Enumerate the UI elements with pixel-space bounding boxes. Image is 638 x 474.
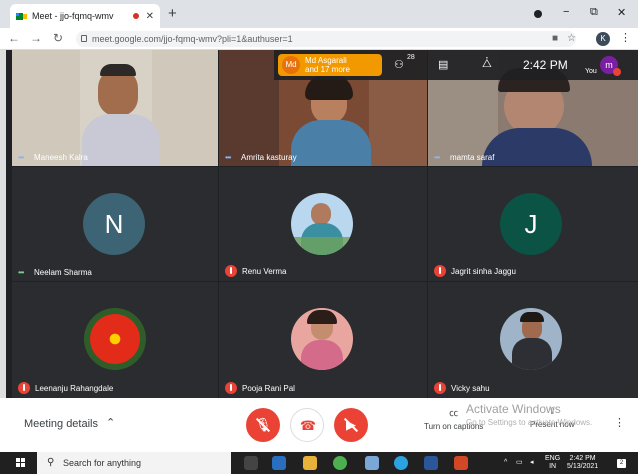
chrome-icon[interactable] <box>333 456 347 470</box>
photos-icon[interactable] <box>365 456 379 470</box>
reload-icon[interactable]: ↻ <box>53 31 63 45</box>
hang-up-icon: ☎ <box>299 418 317 433</box>
participant-avatar-photo <box>291 193 353 255</box>
meeting-details-button[interactable]: Meeting details <box>24 418 98 430</box>
participant-avatar-photo <box>291 308 353 370</box>
participant-name-label: Jagrit sinha Jaggu <box>434 265 516 277</box>
chevron-up-icon[interactable]: ⌃ <box>106 416 115 429</box>
participant-count: 28 <box>407 54 415 61</box>
meet-top-bar: Md Md Asgarali and 17 more ⚇ 28 ▤ ⧊ 2:42 … <box>274 50 638 80</box>
participant-tile[interactable]: Leenanju Rahangdale <box>12 282 218 398</box>
participant-avatar-photo <box>500 308 562 370</box>
camera-icon[interactable]: ■ <box>552 31 558 47</box>
browser-tab-meet[interactable]: Meet - jjo-fqmq-wmv ✕ <box>10 4 160 28</box>
activate-windows-watermark: Activate Windows <box>466 402 561 416</box>
new-tab-button[interactable]: + <box>168 6 177 22</box>
mic-muted-icon <box>434 265 446 277</box>
participant-name-label: ••• Maneesh Kalra <box>18 153 88 162</box>
mic-toggle-button[interactable]: 🎙 <box>246 408 280 442</box>
people-icon[interactable]: ⚇ <box>394 58 404 71</box>
speaking-indicator-icon: ••• <box>18 268 24 277</box>
meeting-clock: 2:42 PM <box>523 58 568 72</box>
address-bar-row: ← → ↻ meet.google.com/jjo-fqmq-wmv?pli=1… <box>0 28 638 50</box>
participant-name-label: Leenanju Rahangdale <box>18 382 113 394</box>
task-view-icon[interactable] <box>244 456 258 470</box>
participant-tile[interactable]: J Jagrit sinha Jaggu <box>428 167 638 281</box>
tray-expand-icon[interactable]: ^ <box>504 459 507 467</box>
speaking-indicator-icon: ••• <box>225 153 231 162</box>
participant-tile[interactable]: ••• Maneesh Kalra <box>12 50 218 166</box>
presenter-others: and 17 more <box>305 65 350 74</box>
speaking-indicator-icon: ••• <box>18 153 24 162</box>
participant-name-label: Pooja Rani Pal <box>225 382 295 394</box>
participant-name-label: ••• Neelam Sharma <box>18 268 92 277</box>
speaking-indicator-icon: ••• <box>434 153 440 162</box>
mic-muted-icon <box>225 382 237 394</box>
language-indicator[interactable]: ENG IN <box>545 455 560 471</box>
participant-avatar: N <box>83 193 145 255</box>
lock-icon <box>81 35 87 42</box>
participant-tile[interactable]: Renu Verma <box>219 167 427 281</box>
participant-name-label: ••• Amrita kasturay <box>225 153 297 162</box>
participant-tile[interactable]: Pooja Rani Pal <box>219 282 427 398</box>
left-edge-strip <box>0 50 6 398</box>
activate-windows-subtext: Go to Settings to activate Windows. <box>466 418 593 427</box>
self-mic-muted-icon <box>613 68 621 76</box>
word-icon[interactable] <box>424 456 438 470</box>
presenter-badge[interactable]: Md Md Asgarali and 17 more <box>278 54 382 76</box>
back-arrow-icon[interactable]: ← <box>8 31 20 45</box>
participant-name-label: Renu Verma <box>225 265 286 277</box>
windows-start-icon[interactable] <box>16 458 26 468</box>
meeting-controls-bar: Meeting details ⌃ 🎙 ☎ ▶ ㏄ Turn on captio… <box>0 398 638 452</box>
participant-tile[interactable]: N ••• Neelam Sharma <box>12 167 218 281</box>
participant-name-label: ••• mamta saraf <box>434 153 495 162</box>
account-dot-icon <box>534 10 542 18</box>
more-options-icon[interactable]: ⋮ <box>614 416 625 429</box>
forward-arrow-icon[interactable]: → <box>30 31 42 45</box>
mic-muted-icon <box>225 265 237 277</box>
mic-muted-icon <box>18 382 30 394</box>
presenter-name: Md Asgarali <box>305 56 347 65</box>
camera-toggle-button[interactable]: ▶ <box>334 408 368 442</box>
volume-icon[interactable]: ◂ <box>530 459 534 467</box>
windows-taskbar: ⚲ Search for anything ^ ▭ ◂ ENG IN 2:42 P… <box>0 452 638 474</box>
tab-close-icon[interactable]: ✕ <box>146 11 154 22</box>
participant-tile[interactable]: Vicky sahu <box>428 282 638 398</box>
browser-menu-icon[interactable]: ⋮ <box>620 31 631 44</box>
participant-name-label: Vicky sahu <box>434 382 490 394</box>
network-icon[interactable]: ▭ <box>516 459 523 467</box>
screen: Meet - jjo-fqmq-wmv ✕ + − ⧉ ✕ ← → ↻ meet… <box>0 0 638 474</box>
powerpoint-icon[interactable] <box>454 456 468 470</box>
system-clock[interactable]: 2:42 PM 5/13/2021 <box>567 455 598 471</box>
bookmark-star-icon[interactable]: ☆ <box>567 31 576 47</box>
meet-favicon-icon <box>16 11 27 22</box>
close-window-button[interactable]: ✕ <box>617 6 626 19</box>
file-explorer-icon[interactable] <box>303 456 317 470</box>
restore-button[interactable]: ⧉ <box>590 6 598 19</box>
tab-title: Meet - jjo-fqmq-wmv <box>32 11 114 21</box>
profile-avatar[interactable]: K <box>596 32 610 46</box>
minimize-button[interactable]: − <box>563 6 569 18</box>
search-placeholder: Search for anything <box>63 458 142 468</box>
telegram-icon[interactable] <box>394 456 408 470</box>
recording-indicator-icon <box>132 13 139 19</box>
mic-muted-icon <box>434 382 446 394</box>
self-label: You <box>585 68 597 75</box>
leave-call-button[interactable]: ☎ <box>290 408 324 442</box>
activities-icon[interactable]: ⧊ <box>482 58 492 71</box>
mail-icon[interactable] <box>272 456 286 470</box>
url-text: meet.google.com/jjo-fqmq-wmv?pli=1&authu… <box>92 34 293 44</box>
meet-video-grid: ••• Maneesh Kalra ••• Amrita kasturay ••• m… <box>0 50 638 398</box>
notification-count[interactable]: 2 <box>617 459 626 468</box>
participant-avatar-photo <box>84 308 146 370</box>
participant-avatar: J <box>500 193 562 255</box>
browser-tab-strip: Meet - jjo-fqmq-wmv ✕ + − ⧉ ✕ <box>0 0 638 28</box>
url-field[interactable]: meet.google.com/jjo-fqmq-wmv?pli=1&authu… <box>76 31 576 47</box>
chat-icon[interactable]: ▤ <box>438 58 448 71</box>
taskbar-search-box[interactable]: ⚲ Search for anything <box>37 452 231 474</box>
search-icon: ⚲ <box>47 457 55 468</box>
presenter-initials: Md <box>282 56 300 74</box>
